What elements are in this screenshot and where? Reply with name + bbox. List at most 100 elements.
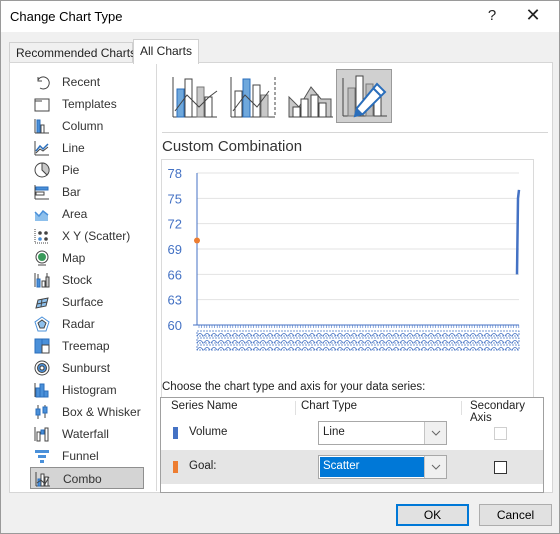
pie-chart-icon bbox=[34, 162, 50, 178]
sidebar-item-radar[interactable]: Radar bbox=[30, 313, 144, 335]
surface-chart-icon bbox=[35, 297, 49, 309]
sidebar-item-combo[interactable]: Combo bbox=[30, 467, 144, 489]
all-charts-panel: Recent Templates Column Line Pie Bar Area X Y (… bbox=[9, 62, 553, 493]
area-chart-icon bbox=[34, 209, 49, 221]
sidebar-item-label: Column bbox=[62, 119, 104, 133]
y-tick-label: 66 bbox=[168, 267, 182, 282]
subtype-clustered-column-line-secondary[interactable] bbox=[225, 69, 281, 123]
sidebar-item-line[interactable]: Line bbox=[30, 137, 144, 159]
header-separator bbox=[461, 401, 462, 415]
chart-type-sidebar: Recent Templates Column Line Pie Bar Area X Y (… bbox=[22, 63, 157, 491]
dialog-title: Change Chart Type bbox=[10, 9, 123, 24]
help-button[interactable]: ? bbox=[482, 7, 502, 24]
cancel-button[interactable]: Cancel bbox=[479, 504, 552, 526]
series-row-volume[interactable]: Volume Line bbox=[161, 416, 543, 450]
sunburst-chart-icon bbox=[34, 360, 50, 376]
ok-button[interactable]: OK bbox=[396, 504, 469, 526]
sidebar-item-label: Histogram bbox=[62, 383, 117, 397]
goal-color-swatch bbox=[173, 461, 178, 473]
sidebar-item-label: X Y (Scatter) bbox=[62, 229, 131, 243]
y-tick-label: 69 bbox=[168, 242, 182, 257]
sidebar-item-box-whisker[interactable]: Box & Whisker bbox=[30, 401, 144, 423]
secondary-axis-checkbox-goal[interactable] bbox=[494, 461, 507, 474]
line-chart-icon bbox=[34, 141, 49, 156]
custom-combination-pencil-icon bbox=[342, 75, 387, 118]
subtype-custom-combination[interactable] bbox=[336, 69, 392, 123]
y-tick-label: 60 bbox=[168, 318, 182, 333]
sidebar-item-label: Surface bbox=[62, 295, 104, 309]
scatter-chart-icon bbox=[34, 229, 49, 244]
header-series-name: Series Name bbox=[171, 400, 238, 412]
sidebar-item-x-y-scatter[interactable]: X Y (Scatter) bbox=[30, 225, 144, 247]
y-tick-label: 75 bbox=[168, 191, 182, 206]
sidebar-item-area[interactable]: Area bbox=[30, 203, 144, 225]
box-whisker-chart-icon bbox=[35, 405, 48, 419]
sidebar-item-column[interactable]: Column bbox=[30, 115, 144, 137]
clustered-column-line-icon bbox=[172, 77, 218, 118]
sidebar-item-label: Funnel bbox=[62, 449, 99, 463]
sidebar-item-waterfall[interactable]: Waterfall bbox=[30, 423, 144, 445]
bar-chart-icon bbox=[34, 185, 49, 200]
recent-icon bbox=[37, 76, 50, 90]
tab-all-charts[interactable]: All Charts bbox=[133, 39, 199, 64]
chevron-down-icon[interactable] bbox=[424, 422, 446, 444]
map-chart-icon bbox=[35, 250, 49, 266]
volume-color-swatch bbox=[173, 427, 178, 439]
sidebar-item-label: Combo bbox=[63, 472, 102, 486]
goal-scatter-point bbox=[194, 237, 200, 244]
header-chart-type: Chart Type bbox=[301, 400, 358, 412]
tab-recommended-charts[interactable]: Recommended Charts bbox=[9, 42, 136, 63]
sidebar-item-stock[interactable]: Stock bbox=[30, 269, 144, 291]
y-tick-label: 72 bbox=[168, 217, 182, 232]
secondary-axis-checkbox-volume[interactable] bbox=[494, 427, 507, 440]
radar-chart-icon bbox=[34, 316, 50, 332]
sidebar-item-recent[interactable]: Recent bbox=[30, 71, 144, 93]
histogram-chart-icon bbox=[34, 383, 49, 398]
sidebar-item-sunburst[interactable]: Sunburst bbox=[30, 357, 144, 379]
stacked-area-clustered-column-icon bbox=[288, 86, 333, 118]
sidebar-item-label: Treemap bbox=[62, 339, 110, 353]
y-tick-label: 78 bbox=[168, 166, 182, 181]
section-title: Custom Combination bbox=[162, 138, 303, 155]
y-tick-label: 63 bbox=[168, 293, 182, 308]
chart-type-dropdown-goal[interactable]: Scatter bbox=[318, 455, 447, 479]
series-caption: Choose the chart type and axis for your … bbox=[162, 381, 426, 393]
dropdown-value: Line bbox=[323, 426, 345, 438]
chevron-down-icon[interactable] bbox=[424, 456, 446, 478]
treemap-chart-icon bbox=[34, 338, 50, 354]
sidebar-item-label: Box & Whisker bbox=[62, 405, 141, 419]
series-name: Volume bbox=[189, 426, 228, 438]
sidebar-item-histogram[interactable]: Histogram bbox=[30, 379, 144, 401]
sidebar-item-label: Area bbox=[62, 207, 88, 221]
volume-series-line bbox=[515, 189, 521, 275]
sidebar-item-label: Recent bbox=[62, 75, 101, 89]
sidebar-item-label: Bar bbox=[62, 185, 81, 199]
sidebar-item-treemap[interactable]: Treemap bbox=[30, 335, 144, 357]
stock-chart-icon bbox=[34, 273, 50, 288]
sidebar-item-label: Templates bbox=[62, 97, 117, 111]
sidebar-item-label: Waterfall bbox=[62, 427, 109, 441]
subtype-clustered-column-line[interactable] bbox=[167, 69, 223, 123]
title-bar: Change Chart Type ? ✕ bbox=[1, 1, 559, 32]
close-button[interactable]: ✕ bbox=[521, 5, 545, 26]
sidebar-item-label: Pie bbox=[62, 163, 80, 177]
chart-type-dropdown-volume[interactable]: Line bbox=[318, 421, 447, 445]
sidebar-item-bar[interactable]: Bar bbox=[30, 181, 144, 203]
sidebar-item-label: Radar bbox=[62, 317, 95, 331]
sidebar-item-label: Sunburst bbox=[62, 361, 111, 375]
sidebar-item-surface[interactable]: Surface bbox=[30, 291, 144, 313]
change-chart-type-dialog: Change Chart Type ? ✕ Recommended Charts… bbox=[0, 0, 560, 534]
sidebar-item-map[interactable]: Map bbox=[30, 247, 144, 269]
sidebar-item-funnel[interactable]: Funnel bbox=[30, 445, 144, 467]
dropdown-value: Scatter bbox=[320, 457, 424, 477]
sidebar-item-label: Map bbox=[62, 251, 86, 265]
funnel-chart-icon bbox=[35, 450, 49, 463]
subtype-stacked-area-column[interactable] bbox=[283, 69, 339, 123]
templates-icon bbox=[34, 98, 50, 112]
series-row-goal[interactable]: Goal: Scatter bbox=[161, 450, 543, 484]
sidebar-item-pie[interactable]: Pie bbox=[30, 159, 144, 181]
sidebar-item-templates[interactable]: Templates bbox=[30, 93, 144, 115]
clustered-column-line-secondary-axis-icon bbox=[230, 77, 276, 118]
waterfall-chart-icon bbox=[34, 427, 49, 442]
sidebar-item-label: Stock bbox=[62, 273, 93, 287]
